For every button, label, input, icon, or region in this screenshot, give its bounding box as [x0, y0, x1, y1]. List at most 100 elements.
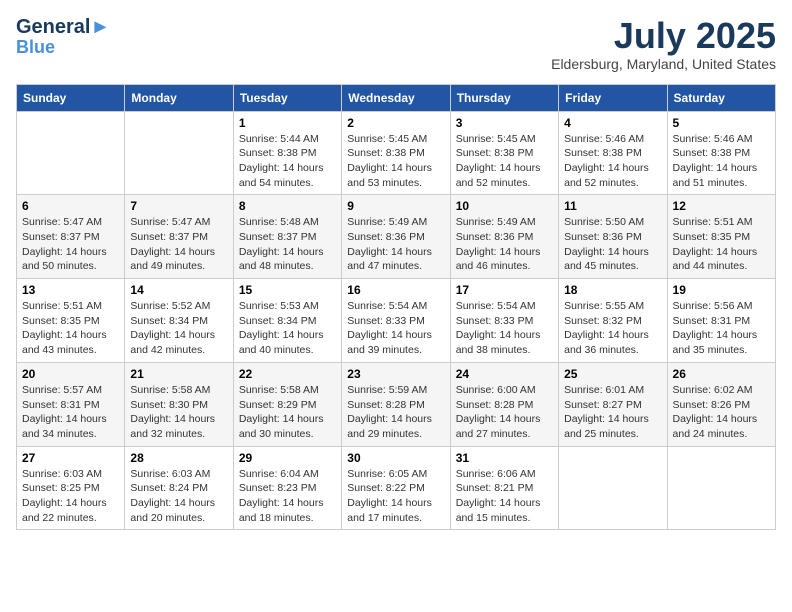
- weekday-header-tuesday: Tuesday: [233, 84, 341, 111]
- calendar-cell: 5 Sunrise: 5:46 AM Sunset: 8:38 PM Daylig…: [667, 111, 775, 195]
- day-number: 27: [22, 451, 119, 465]
- day-number: 17: [456, 283, 553, 297]
- calendar-cell: 10Sunrise: 5:49 AM Sunset: 8:36 PM Dayli…: [450, 195, 558, 279]
- day-number: 9: [347, 199, 444, 213]
- calendar-cell: 15Sunrise: 5:53 AM Sunset: 8:34 PM Dayli…: [233, 279, 341, 363]
- day-info: Sunrise: 5:59 AM Sunset: 8:28 PM Dayligh…: [347, 383, 444, 442]
- calendar-cell: 25 Sunrise: 6:01 AM Sunset: 8:27 PM Dayli…: [559, 362, 667, 446]
- calendar-cell: 17 Sunrise: 5:54 AM Sunset: 8:33 PM Dayli…: [450, 279, 558, 363]
- logo-blue: Blue: [16, 38, 55, 58]
- calendar-cell: 30 Sunrise: 6:05 AM Sunset: 8:22 PM Dayli…: [342, 446, 450, 530]
- calendar-cell: 16 Sunrise: 5:54 AM Sunset: 8:33 PM Dayli…: [342, 279, 450, 363]
- day-info: Sunrise: 5:52 AM Sunset: 8:34 PM Dayligh…: [130, 299, 227, 358]
- day-number: 31: [456, 451, 553, 465]
- day-info: Sunrise: 5:50 AM Sunset: 8:36 PM Dayligh…: [564, 215, 661, 274]
- day-number: 25: [564, 367, 661, 381]
- day-number: 2: [347, 116, 444, 130]
- day-info: Sunrise: 6:00 AM Sunset: 8:28 PM Dayligh…: [456, 383, 553, 442]
- day-info: Sunrise: 5:47 AM Sunset: 8:37 PM Dayligh…: [130, 215, 227, 274]
- day-info: Sunrise: 5:51 AM Sunset: 8:35 PM Dayligh…: [673, 215, 770, 274]
- calendar-cell: 8Sunrise: 5:48 AM Sunset: 8:37 PM Daylig…: [233, 195, 341, 279]
- day-number: 20: [22, 367, 119, 381]
- weekday-header-wednesday: Wednesday: [342, 84, 450, 111]
- calendar-cell: 18 Sunrise: 5:55 AM Sunset: 8:32 PM Dayli…: [559, 279, 667, 363]
- day-number: 21: [130, 367, 227, 381]
- day-number: 5: [673, 116, 770, 130]
- day-info: Sunrise: 5:58 AM Sunset: 8:29 PM Dayligh…: [239, 383, 336, 442]
- logo-text: General►: [16, 16, 110, 38]
- calendar-cell: 21 Sunrise: 5:58 AM Sunset: 8:30 PM Dayli…: [125, 362, 233, 446]
- weekday-header-monday: Monday: [125, 84, 233, 111]
- day-number: 26: [673, 367, 770, 381]
- day-number: 4: [564, 116, 661, 130]
- page-header: General► Blue July 2025 Eldersburg, Mary…: [16, 16, 776, 72]
- calendar-cell: 9 Sunrise: 5:49 AM Sunset: 8:36 PM Daylig…: [342, 195, 450, 279]
- calendar-cell: 19 Sunrise: 5:56 AM Sunset: 8:31 PM Dayli…: [667, 279, 775, 363]
- location: Eldersburg, Maryland, United States: [551, 56, 776, 72]
- day-info: Sunrise: 5:53 AM Sunset: 8:34 PM Dayligh…: [239, 299, 336, 358]
- calendar-cell: 14 Sunrise: 5:52 AM Sunset: 8:34 PM Dayli…: [125, 279, 233, 363]
- day-info: Sunrise: 6:03 AM Sunset: 8:24 PM Dayligh…: [130, 467, 227, 526]
- day-number: 16: [347, 283, 444, 297]
- day-info: Sunrise: 5:49 AM Sunset: 8:36 PM Dayligh…: [456, 215, 553, 274]
- logo: General► Blue: [16, 16, 110, 58]
- day-info: Sunrise: 6:04 AM Sunset: 8:23 PM Dayligh…: [239, 467, 336, 526]
- month-title: July 2025: [551, 16, 776, 56]
- calendar-cell: 7 Sunrise: 5:47 AM Sunset: 8:37 PM Daylig…: [125, 195, 233, 279]
- day-number: 29: [239, 451, 336, 465]
- weekday-header-thursday: Thursday: [450, 84, 558, 111]
- day-info: Sunrise: 6:02 AM Sunset: 8:26 PM Dayligh…: [673, 383, 770, 442]
- day-info: Sunrise: 5:46 AM Sunset: 8:38 PM Dayligh…: [673, 132, 770, 191]
- calendar-cell: 3Sunrise: 5:45 AM Sunset: 8:38 PM Daylig…: [450, 111, 558, 195]
- day-number: 22: [239, 367, 336, 381]
- day-info: Sunrise: 5:58 AM Sunset: 8:30 PM Dayligh…: [130, 383, 227, 442]
- day-number: 7: [130, 199, 227, 213]
- calendar-cell: [125, 111, 233, 195]
- calendar-cell: [17, 111, 125, 195]
- day-number: 18: [564, 283, 661, 297]
- calendar-cell: 24 Sunrise: 6:00 AM Sunset: 8:28 PM Dayli…: [450, 362, 558, 446]
- calendar-cell: 12 Sunrise: 5:51 AM Sunset: 8:35 PM Dayli…: [667, 195, 775, 279]
- calendar-cell: 29 Sunrise: 6:04 AM Sunset: 8:23 PM Dayli…: [233, 446, 341, 530]
- day-number: 28: [130, 451, 227, 465]
- day-info: Sunrise: 5:54 AM Sunset: 8:33 PM Dayligh…: [456, 299, 553, 358]
- day-info: Sunrise: 5:56 AM Sunset: 8:31 PM Dayligh…: [673, 299, 770, 358]
- weekday-header-friday: Friday: [559, 84, 667, 111]
- day-number: 1: [239, 116, 336, 130]
- calendar-cell: [667, 446, 775, 530]
- calendar-cell: 22 Sunrise: 5:58 AM Sunset: 8:29 PM Dayli…: [233, 362, 341, 446]
- title-block: July 2025 Eldersburg, Maryland, United S…: [551, 16, 776, 72]
- day-info: Sunrise: 5:55 AM Sunset: 8:32 PM Dayligh…: [564, 299, 661, 358]
- weekday-header-saturday: Saturday: [667, 84, 775, 111]
- calendar-cell: 20Sunrise: 5:57 AM Sunset: 8:31 PM Dayli…: [17, 362, 125, 446]
- day-info: Sunrise: 5:51 AM Sunset: 8:35 PM Dayligh…: [22, 299, 119, 358]
- day-number: 3: [456, 116, 553, 130]
- day-info: Sunrise: 6:06 AM Sunset: 8:21 PM Dayligh…: [456, 467, 553, 526]
- day-number: 23: [347, 367, 444, 381]
- calendar-cell: 27 Sunrise: 6:03 AM Sunset: 8:25 PM Dayli…: [17, 446, 125, 530]
- calendar-cell: 31 Sunrise: 6:06 AM Sunset: 8:21 PM Dayli…: [450, 446, 558, 530]
- day-info: Sunrise: 5:45 AM Sunset: 8:38 PM Dayligh…: [347, 132, 444, 191]
- day-info: Sunrise: 6:03 AM Sunset: 8:25 PM Dayligh…: [22, 467, 119, 526]
- day-info: Sunrise: 6:05 AM Sunset: 8:22 PM Dayligh…: [347, 467, 444, 526]
- calendar-cell: 2 Sunrise: 5:45 AM Sunset: 8:38 PM Daylig…: [342, 111, 450, 195]
- calendar-cell: 13Sunrise: 5:51 AM Sunset: 8:35 PM Dayli…: [17, 279, 125, 363]
- weekday-header-sunday: Sunday: [17, 84, 125, 111]
- day-number: 24: [456, 367, 553, 381]
- day-info: Sunrise: 5:47 AM Sunset: 8:37 PM Dayligh…: [22, 215, 119, 274]
- calendar-cell: 28 Sunrise: 6:03 AM Sunset: 8:24 PM Dayli…: [125, 446, 233, 530]
- day-info: Sunrise: 5:49 AM Sunset: 8:36 PM Dayligh…: [347, 215, 444, 274]
- day-number: 19: [673, 283, 770, 297]
- calendar-cell: 1 Sunrise: 5:44 AM Sunset: 8:38 PM Daylig…: [233, 111, 341, 195]
- day-number: 30: [347, 451, 444, 465]
- calendar-cell: 4Sunrise: 5:46 AM Sunset: 8:38 PM Daylig…: [559, 111, 667, 195]
- calendar-table: SundayMondayTuesdayWednesdayThursdayFrid…: [16, 84, 776, 531]
- day-number: 12: [673, 199, 770, 213]
- day-info: Sunrise: 5:54 AM Sunset: 8:33 PM Dayligh…: [347, 299, 444, 358]
- calendar-cell: 26 Sunrise: 6:02 AM Sunset: 8:26 PM Dayli…: [667, 362, 775, 446]
- day-number: 6: [22, 199, 119, 213]
- day-info: Sunrise: 5:44 AM Sunset: 8:38 PM Dayligh…: [239, 132, 336, 191]
- calendar-cell: 11Sunrise: 5:50 AM Sunset: 8:36 PM Dayli…: [559, 195, 667, 279]
- day-number: 14: [130, 283, 227, 297]
- day-info: Sunrise: 6:01 AM Sunset: 8:27 PM Dayligh…: [564, 383, 661, 442]
